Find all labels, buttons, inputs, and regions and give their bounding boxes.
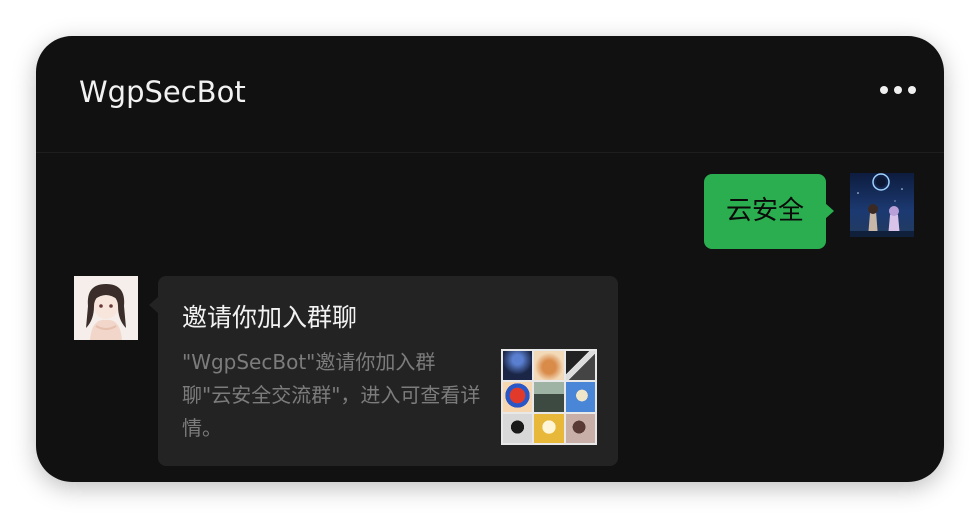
my-avatar[interactable] [850, 173, 914, 237]
group-member-avatar [534, 413, 564, 443]
group-member-avatar [565, 413, 595, 443]
dot [880, 86, 888, 94]
more-dots-icon[interactable] [880, 86, 916, 94]
group-member-avatar [534, 351, 564, 381]
outgoing-message-bubble[interactable]: 云安全 [704, 174, 834, 249]
group-member-avatar [565, 382, 595, 412]
group-member-avatar [565, 351, 595, 381]
group-member-avatar [503, 351, 533, 381]
my-avatar-image [850, 173, 914, 237]
group-member-avatar [503, 413, 533, 443]
card-description: "WgpSecBot"邀请你加入群聊"云安全交流群"，进入可查看详情。 [182, 350, 481, 440]
dot [908, 86, 916, 94]
dot [894, 86, 902, 94]
group-member-avatar [503, 382, 533, 412]
chat-header: WgpSecBot [36, 36, 944, 153]
group-invite-card[interactable]: 邀请你加入群聊 "WgpSecBot"邀请你加入群聊"云安全交流群"，进入可查看… [149, 276, 618, 466]
chat-title: WgpSecBot [79, 75, 246, 109]
sender-avatar[interactable] [74, 276, 138, 340]
group-member-avatar [534, 382, 564, 412]
sender-avatar-image [74, 276, 138, 340]
chat-window: WgpSecBot 云安全 邀请你加入群聊 "WgpSecBot"邀请你加入群聊… [36, 36, 944, 482]
group-avatar-grid [501, 349, 597, 445]
card-title: 邀请你加入群聊 [182, 303, 358, 332]
